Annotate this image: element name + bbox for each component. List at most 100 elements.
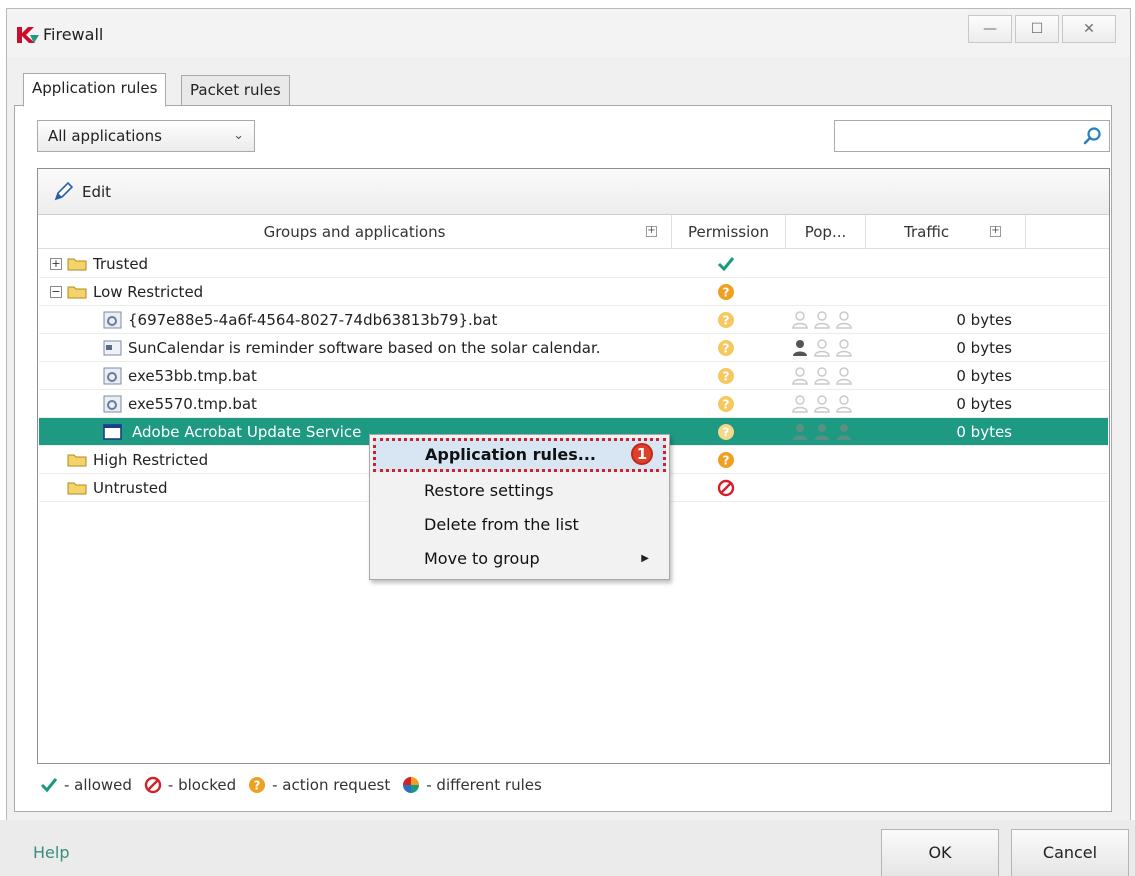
user-icon xyxy=(836,311,852,329)
row-label: exe53bb.tmp.bat xyxy=(128,367,257,385)
menu-item-application-rules[interactable]: Application rules... 1 xyxy=(373,438,666,472)
title-bar: Firewall — ☐ ✕ xyxy=(7,9,1130,57)
user-icon xyxy=(814,395,830,413)
expand-plus-icon[interactable]: + xyxy=(50,258,62,270)
folder-icon xyxy=(67,454,87,467)
blocked-icon xyxy=(144,776,162,794)
row-label: {697e88e5-4a6f-4564-8027-74db63813b79}.b… xyxy=(128,311,498,329)
app-window-icon xyxy=(103,424,122,440)
menu-item-label: Restore settings xyxy=(424,481,554,500)
tab-application-rules[interactable]: Application rules xyxy=(23,73,167,107)
edit-button[interactable]: Edit xyxy=(52,181,111,203)
edit-label: Edit xyxy=(82,183,112,201)
svg-text:?: ? xyxy=(723,286,730,300)
popularity-rating xyxy=(791,367,853,385)
action-request-icon: ? xyxy=(718,340,734,356)
chevron-down-icon: ⌄ xyxy=(233,128,244,143)
svg-text:?: ? xyxy=(723,370,730,384)
different-rules-icon xyxy=(403,777,420,793)
blocked-icon xyxy=(717,479,735,497)
action-request-icon: ? xyxy=(718,368,734,384)
svg-text:?: ? xyxy=(254,779,261,793)
collapse-minus-icon[interactable]: − xyxy=(50,286,62,298)
user-filled-icon xyxy=(815,424,829,440)
column-header-popularity-label: Pop... xyxy=(804,223,847,241)
app-window-icon xyxy=(103,340,122,356)
folder-icon xyxy=(67,286,87,299)
column-header-permission-label: Permission xyxy=(688,223,769,241)
legend: - allowed - blocked ? - action request -… xyxy=(40,776,554,794)
user-icon xyxy=(836,395,852,413)
minimize-icon: — xyxy=(983,21,997,37)
close-icon: ✕ xyxy=(1083,21,1095,37)
list-item-group-trusted[interactable]: + Trusted xyxy=(39,250,1108,278)
list-item-app[interactable]: exe53bb.tmp.bat ? 0 bytes xyxy=(39,362,1108,390)
legend-different-rules-label: - different rules xyxy=(426,776,542,794)
traffic-value: 0 bytes xyxy=(956,311,1012,329)
user-filled-icon xyxy=(793,424,807,440)
column-header-popularity[interactable]: Pop... xyxy=(786,215,866,249)
row-label: Trusted xyxy=(93,255,149,273)
list-item-app[interactable]: SunCalendar is reminder software based o… xyxy=(39,334,1108,362)
menu-item-label: Move to group xyxy=(424,549,540,568)
menu-item-move-to-group[interactable]: Move to group ▶ xyxy=(370,542,669,576)
action-request-icon: ? xyxy=(718,284,734,300)
action-request-icon: ? xyxy=(718,312,734,328)
popularity-rating xyxy=(791,311,853,329)
row-label: High Restricted xyxy=(93,451,209,469)
search-input[interactable] xyxy=(834,120,1110,152)
list-item-group-low-restricted[interactable]: − Low Restricted ? xyxy=(39,278,1108,306)
popularity-rating xyxy=(791,423,853,441)
column-header-permission[interactable]: Permission xyxy=(672,215,786,249)
user-icon xyxy=(814,367,830,385)
menu-item-label: Delete from the list xyxy=(424,515,579,534)
ok-button[interactable]: OK xyxy=(881,829,999,876)
row-label: SunCalendar is reminder software based o… xyxy=(128,339,601,357)
search-icon[interactable] xyxy=(1083,126,1103,146)
expand-traffic-icon[interactable]: + xyxy=(990,226,1001,237)
expand-columns-icon[interactable]: + xyxy=(646,226,657,237)
svg-text:?: ? xyxy=(723,426,730,440)
maximize-button[interactable]: ☐ xyxy=(1015,15,1059,43)
menu-item-delete-from-list[interactable]: Delete from the list xyxy=(370,508,669,542)
pencil-icon xyxy=(54,181,74,201)
svg-text:?: ? xyxy=(723,398,730,412)
check-allowed-icon xyxy=(40,778,58,793)
traffic-value: 0 bytes xyxy=(956,395,1012,413)
popularity-rating xyxy=(791,339,853,357)
popularity-rating xyxy=(791,395,853,413)
column-header-traffic[interactable]: Traffic + xyxy=(866,215,1026,249)
user-icon xyxy=(814,339,830,357)
user-icon xyxy=(792,367,808,385)
menu-item-restore-settings[interactable]: Restore settings xyxy=(370,474,669,508)
action-request-icon: ? xyxy=(718,424,734,440)
column-header-name-label: Groups and applications xyxy=(263,223,446,241)
user-icon xyxy=(792,395,808,413)
script-gear-icon xyxy=(103,395,122,413)
user-icon xyxy=(836,339,852,357)
legend-blocked-label: - blocked xyxy=(167,776,237,794)
application-filter-dropdown[interactable]: All applications ⌄ xyxy=(37,120,255,152)
cancel-button[interactable]: Cancel xyxy=(1011,829,1129,876)
list-toolbar: Edit xyxy=(38,169,1109,215)
script-gear-icon xyxy=(103,311,122,329)
menu-item-label: Application rules... xyxy=(425,445,596,464)
action-request-icon: ? xyxy=(718,452,734,468)
traffic-value: 0 bytes xyxy=(956,339,1012,357)
column-header-name[interactable]: Groups and applications + xyxy=(38,215,672,249)
action-request-icon: ? xyxy=(249,777,266,793)
kaspersky-logo-icon xyxy=(17,27,39,43)
close-button[interactable]: ✕ xyxy=(1062,15,1116,43)
minimize-button[interactable]: — xyxy=(968,15,1012,43)
window-title: Firewall xyxy=(43,25,104,44)
svg-text:?: ? xyxy=(723,314,730,328)
traffic-value: 0 bytes xyxy=(956,423,1012,441)
list-item-app[interactable]: {697e88e5-4a6f-4564-8027-74db63813b79}.b… xyxy=(39,306,1108,334)
help-link[interactable]: Help xyxy=(33,843,69,862)
row-label: Adobe Acrobat Update Service xyxy=(132,423,362,441)
user-filled-icon xyxy=(837,424,851,440)
list-item-app[interactable]: exe5570.tmp.bat ? 0 bytes xyxy=(39,390,1108,418)
user-filled-icon xyxy=(793,340,807,356)
tab-packet-rules[interactable]: Packet rules xyxy=(181,75,290,107)
step-number-badge: 1 xyxy=(631,443,653,465)
